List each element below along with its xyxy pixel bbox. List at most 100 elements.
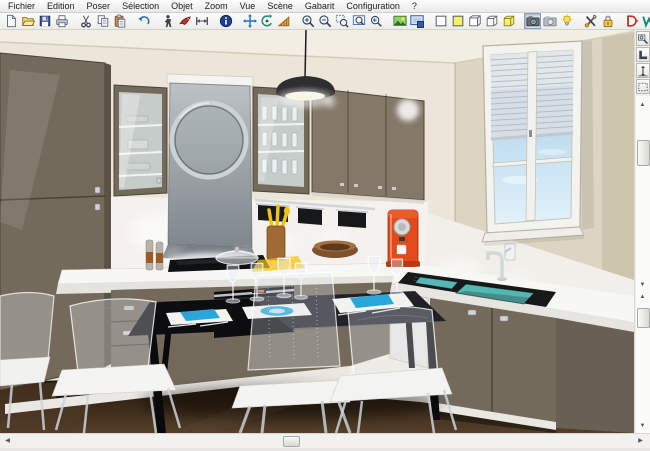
move-cross-icon <box>243 14 257 28</box>
capture-view-button[interactable] <box>408 13 425 29</box>
rotate-button[interactable] <box>258 13 275 29</box>
rotate-icon <box>260 14 274 28</box>
open-project-button[interactable] <box>19 13 36 29</box>
window-handle[interactable] <box>529 130 532 137</box>
tools-button[interactable] <box>582 13 599 29</box>
w-logo-icon <box>642 14 650 28</box>
plan-outline-icon <box>434 14 448 28</box>
scroll-left-button[interactable]: ◀ <box>1 435 14 447</box>
undo-button[interactable] <box>135 13 152 29</box>
menu-scene[interactable]: Scène <box>261 0 299 12</box>
zoom-previous-icon <box>369 14 383 28</box>
menu-bar: Fichier Edition Poser Sélection Objet Zo… <box>0 0 650 13</box>
save-button[interactable] <box>36 13 53 29</box>
vertical-scroll-thumb-upper[interactable] <box>637 140 650 166</box>
scroll-up-button[interactable]: ▲ <box>636 100 649 110</box>
vertical-scroll-thumb-lower[interactable] <box>637 308 650 328</box>
cabinet-handle <box>95 187 100 193</box>
dimensions-button[interactable] <box>623 13 640 29</box>
menu-help[interactable]: ? <box>406 0 423 12</box>
zoom-window-icon <box>335 14 349 28</box>
walkthrough-button[interactable] <box>159 13 176 29</box>
door-handle <box>500 316 508 321</box>
camera-alt-icon <box>543 14 557 28</box>
scroll-down-mid-button[interactable]: ▼ <box>636 280 649 290</box>
menu-selection[interactable]: Sélection <box>116 0 165 12</box>
lock-button[interactable] <box>599 13 616 29</box>
zoom-extents-icon <box>352 14 366 28</box>
perspective-box-icon <box>485 14 499 28</box>
application-window: Fichier Edition Poser Sélection Objet Zo… <box>0 0 650 451</box>
viewpoint-button[interactable] <box>636 31 650 46</box>
viewpoint-icon <box>637 33 649 45</box>
menu-configuration[interactable]: Configuration <box>340 0 406 12</box>
slope-button[interactable] <box>275 13 292 29</box>
photo-render-icon <box>393 14 407 28</box>
menu-vue[interactable]: Vue <box>234 0 262 12</box>
solid-box-icon <box>502 14 516 28</box>
info-button[interactable] <box>217 13 234 29</box>
fruit-bowl[interactable] <box>312 241 358 259</box>
horizontal-scrollbar[interactable]: ◀ ▶ <box>0 433 650 448</box>
glass-cabinet-left[interactable] <box>114 85 167 196</box>
menu-objet[interactable]: Objet <box>165 0 199 12</box>
render-photo-button[interactable] <box>391 13 408 29</box>
cut-button[interactable] <box>77 13 94 29</box>
tools-icon <box>584 14 598 28</box>
padlock-icon <box>601 14 615 28</box>
scissors-icon <box>79 14 93 28</box>
lighting-button[interactable] <box>558 13 575 29</box>
menu-zoom[interactable]: Zoom <box>199 0 234 12</box>
zoom-in-button[interactable] <box>299 13 316 29</box>
pointer-button[interactable] <box>176 13 193 29</box>
bulb-icon <box>560 14 574 28</box>
winner-button[interactable] <box>640 13 650 29</box>
scene-3d-view[interactable] <box>0 30 634 433</box>
view-solid-button[interactable] <box>500 13 517 29</box>
scroll-down-button[interactable]: ▼ <box>636 421 649 431</box>
view-plan-outline-button[interactable] <box>432 13 449 29</box>
right-tool-strip: ▲ ▼ ▲ ▼ <box>634 30 650 433</box>
slope-triangle-icon <box>277 14 291 28</box>
upper-cabinets-right[interactable] <box>312 88 424 204</box>
new-document-icon <box>4 14 18 28</box>
zoom-extents-button[interactable] <box>350 13 367 29</box>
vertical-scrollbar[interactable]: ▲ ▼ ▲ ▼ <box>636 96 650 433</box>
cabinet-handle <box>95 204 100 210</box>
open-folder-icon <box>21 14 35 28</box>
move-button[interactable] <box>241 13 258 29</box>
zoom-previous-button[interactable] <box>367 13 384 29</box>
zoom-out-button[interactable] <box>316 13 333 29</box>
info-icon <box>219 14 233 28</box>
view-elevation-button[interactable] <box>466 13 483 29</box>
save-icon <box>38 14 52 28</box>
horizontal-scroll-thumb[interactable] <box>283 436 300 447</box>
scroll-right-button[interactable]: ▶ <box>634 435 647 447</box>
coffee-machine[interactable] <box>386 210 420 267</box>
new-document-button[interactable] <box>2 13 19 29</box>
view-plan-filled-button[interactable] <box>449 13 466 29</box>
spotlight-glow <box>397 99 419 121</box>
menu-poser[interactable]: Poser <box>81 0 117 12</box>
wall-tool-button[interactable] <box>636 47 650 62</box>
scroll-up-mid-button[interactable]: ▲ <box>636 292 649 302</box>
print-button[interactable] <box>53 13 70 29</box>
height-tool-button[interactable] <box>636 63 650 78</box>
measure-button[interactable] <box>193 13 210 29</box>
menu-edition[interactable]: Edition <box>41 0 81 12</box>
camera-secondary-button[interactable] <box>541 13 558 29</box>
clipboard-icon <box>113 14 127 28</box>
menu-fichier[interactable]: Fichier <box>2 0 41 12</box>
copy-button[interactable] <box>94 13 111 29</box>
window[interactable] <box>482 40 594 246</box>
copy-icon <box>96 14 110 28</box>
zoom-window-button[interactable] <box>333 13 350 29</box>
elevation-box-icon <box>468 14 482 28</box>
view-perspective-button[interactable] <box>483 13 500 29</box>
paste-button[interactable] <box>111 13 128 29</box>
camera-view-button[interactable] <box>524 13 541 29</box>
plan-filled-icon <box>451 14 465 28</box>
wall-corner-icon <box>637 49 649 61</box>
menu-gabarit[interactable]: Gabarit <box>299 0 341 12</box>
selection-tool-button[interactable] <box>636 79 650 94</box>
